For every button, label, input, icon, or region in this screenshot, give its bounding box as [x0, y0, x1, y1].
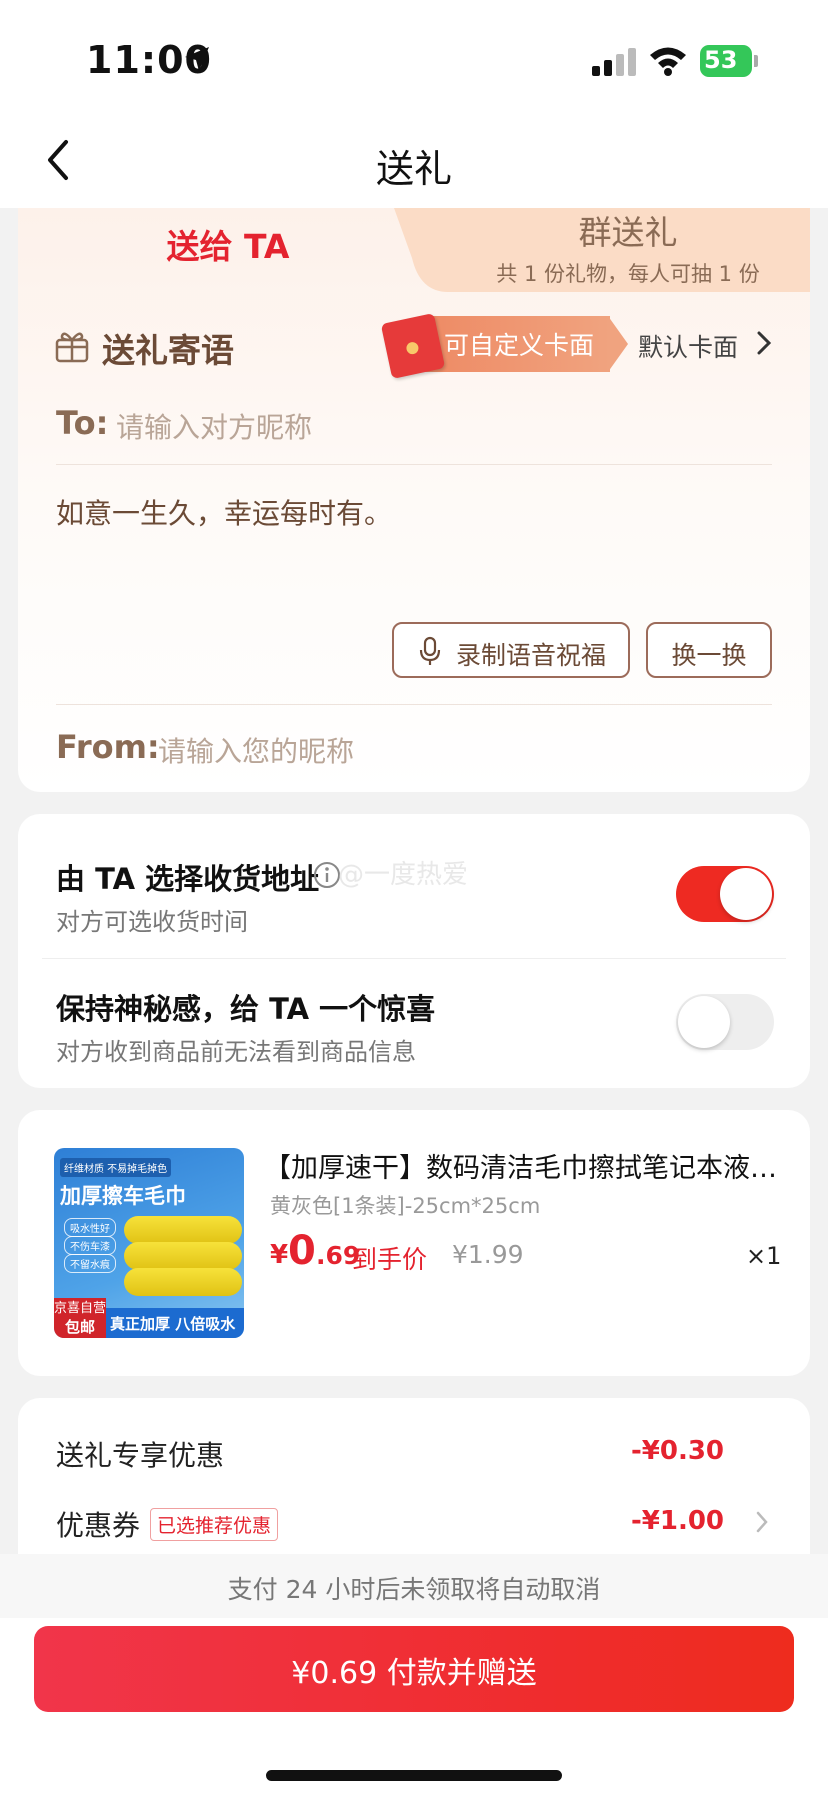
swap-wish-label: 换一换 — [671, 641, 747, 670]
gift-message-card: 送给 TA 群送礼 共 1 份礼物，每人可抽 1 份 送礼寄语 可自定义卡面 默… — [18, 208, 810, 792]
tab-send-to-ta[interactable]: 送给 TA — [78, 220, 378, 268]
gift-options-card: 由 TA 选择收货地址 @一度热爱 对方可选收货时间 保持神秘感，给 TA 一个… — [18, 814, 810, 1088]
gift-discount-value: -¥0.30 — [630, 1436, 724, 1466]
custom-card-label: 可自定义卡面 — [444, 331, 595, 360]
swap-wish-button[interactable]: 换一换 — [646, 622, 772, 678]
coupon-label: 优惠券 — [56, 1509, 141, 1542]
product-image-feature: 吸水性好 — [64, 1218, 116, 1237]
product-image-banner: 纤维材质 不易掉毛掉色 — [60, 1158, 172, 1177]
divider — [56, 704, 772, 705]
pay-and-gift-button[interactable]: ¥0.69 付款并赠送 — [34, 1626, 794, 1712]
record-voice-button[interactable]: 录制语音祝福 — [392, 622, 630, 678]
towel-graphic — [124, 1216, 242, 1244]
mystery-toggle[interactable] — [676, 994, 774, 1050]
product-image-tag: 京喜自营 包邮 — [54, 1298, 106, 1338]
bottom-bar: 支付 24 小时后未领取将自动取消 ¥0.69 付款并赠送 — [0, 1554, 828, 1796]
pay-and-gift-label: ¥0.69 付款并赠送 — [291, 1656, 537, 1691]
battery-level: 53 — [704, 46, 738, 74]
tab-group-gift[interactable]: 群送礼 共 1 份礼物，每人可抽 1 份 — [438, 208, 810, 288]
product-quantity: ×1 — [746, 1242, 782, 1270]
wish-text[interactable]: 如意一生久，幸运每时有。 — [56, 492, 392, 532]
wifi-icon — [650, 47, 686, 76]
nav-bar: 送礼 — [0, 124, 828, 208]
coupon-recommended-tag: 已选推荐优惠 — [150, 1508, 279, 1541]
chevron-right-icon[interactable] — [754, 330, 774, 356]
to-label: To: — [56, 404, 109, 442]
discount-card: 送礼专享优惠 -¥0.30 优惠券 已选推荐优惠 -¥1.00 — [18, 1398, 810, 1558]
watermark: @一度热爱 — [338, 860, 469, 890]
location-arrow-icon — [185, 47, 209, 71]
cellular-signal-icon — [592, 48, 636, 76]
divider — [56, 464, 772, 465]
product-image-tag-line1: 京喜自营 — [54, 1301, 107, 1316]
product-image-tag-line2: 包邮 — [64, 1318, 95, 1336]
product-name[interactable]: 【加厚速干】数码清洁毛巾擦拭笔记本液晶屏幕 — [264, 1146, 784, 1185]
microphone-icon — [419, 636, 441, 665]
divider — [42, 958, 786, 959]
towel-graphic — [124, 1242, 242, 1270]
price-currency: ¥ — [270, 1240, 289, 1270]
auto-cancel-notice: 支付 24 小时后未领取将自动取消 — [0, 1554, 828, 1618]
record-voice-label: 录制语音祝福 — [456, 641, 607, 670]
from-label: From: — [56, 728, 160, 766]
default-card-link[interactable]: 默认卡面 — [638, 328, 738, 364]
red-envelope-icon — [380, 312, 446, 380]
gift-message-title: 送礼寄语 — [102, 331, 234, 370]
product-image-headline: 加厚擦车毛巾 — [60, 1184, 186, 1208]
recipient-nickname-input[interactable]: 请输入对方昵称 — [116, 406, 312, 446]
option-recipient-address-subtitle: 对方可选收货时间 — [56, 908, 248, 936]
price-label: 到手价 — [352, 1245, 428, 1274]
towel-graphic — [124, 1268, 242, 1296]
status-bar: 11:00 53 — [0, 0, 828, 124]
battery-icon: 53 — [700, 45, 758, 77]
sender-nickname-input[interactable]: 请输入您的昵称 — [158, 730, 354, 770]
product-card: 纤维材质 不易掉毛掉色 加厚擦车毛巾 吸水性好 不伤车漆 不留水痕 京喜自营 包… — [18, 1110, 810, 1376]
product-image-feature: 不留水痕 — [64, 1254, 116, 1273]
tab-group-gift-subtitle: 共 1 份礼物，每人可抽 1 份 — [496, 262, 760, 286]
tab-group-gift-label: 群送礼 — [578, 213, 678, 252]
option-mystery-subtitle: 对方收到商品前无法看到商品信息 — [56, 1038, 416, 1066]
price-integer: 0 — [288, 1228, 316, 1274]
option-recipient-address-title: 由 TA 选择收货地址 — [56, 862, 320, 896]
product-image-feature: 不伤车漆 — [64, 1236, 116, 1255]
coupon-value[interactable]: -¥1.00 — [631, 1506, 724, 1536]
gift-discount-label: 送礼专享优惠 — [56, 1439, 225, 1472]
product-image-strip: 真正加厚 八倍吸水 — [106, 1308, 244, 1338]
custom-card-button[interactable]: 可自定义卡面 — [380, 312, 634, 380]
recipient-address-toggle[interactable] — [676, 866, 774, 922]
original-price: ¥1.99 — [452, 1240, 524, 1269]
chevron-right-icon[interactable] — [754, 1510, 770, 1534]
gift-icon — [55, 332, 89, 363]
home-indicator[interactable] — [266, 1770, 562, 1781]
product-image[interactable]: 纤维材质 不易掉毛掉色 加厚擦车毛巾 吸水性好 不伤车漆 不留水痕 京喜自营 包… — [54, 1148, 244, 1338]
page-title: 送礼 — [375, 147, 452, 191]
product-spec: 黄灰色[1条装]-25cm*25cm — [270, 1194, 541, 1218]
option-mystery-title: 保持神秘感，给 TA 一个惊喜 — [56, 992, 436, 1026]
